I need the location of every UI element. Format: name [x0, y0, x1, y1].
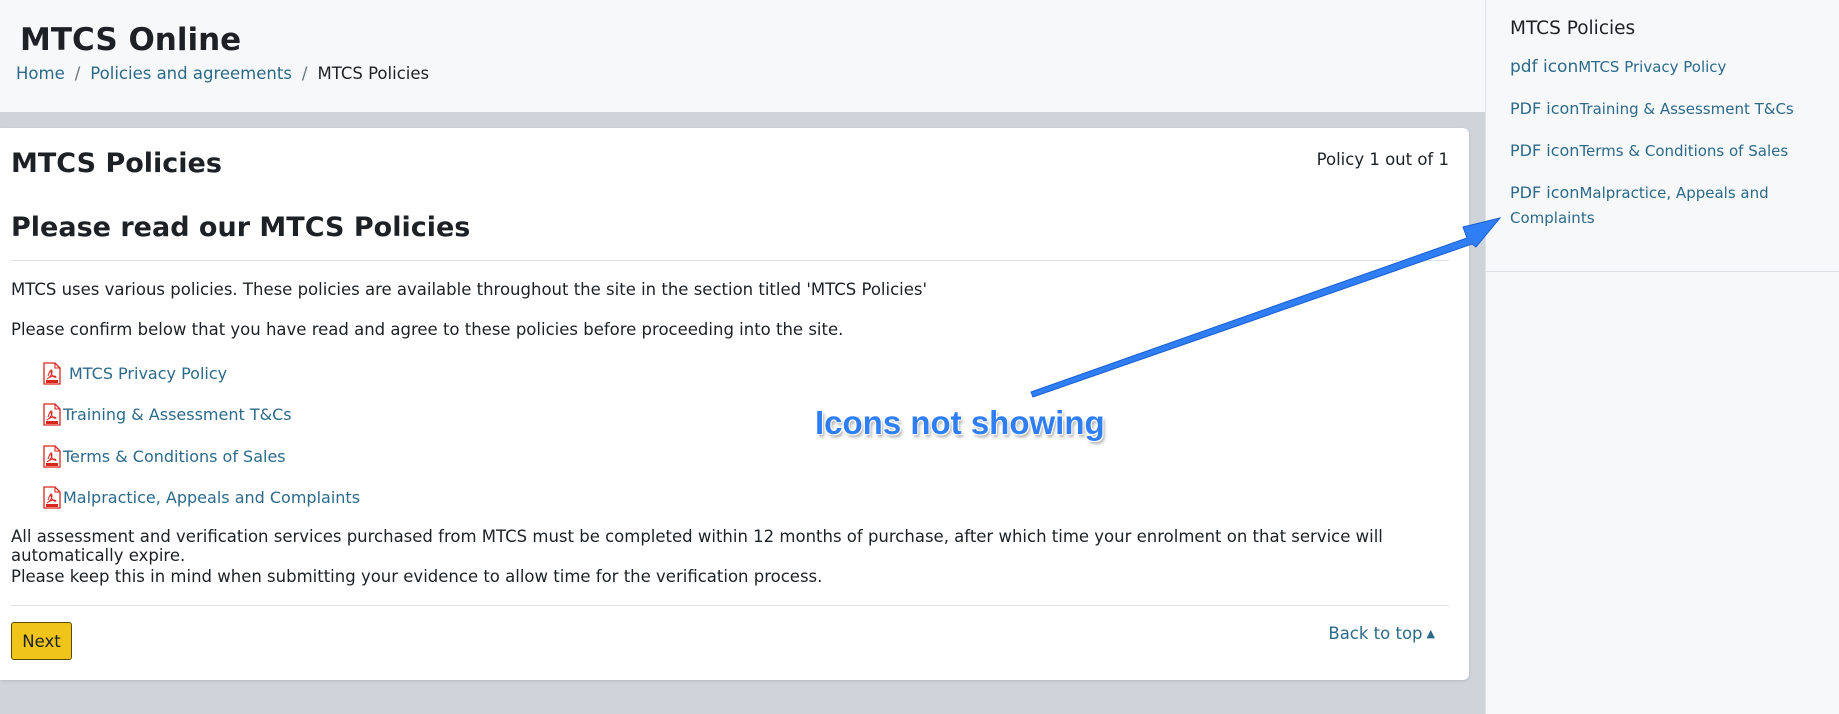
policy-count: Policy 1 out of 1 [1316, 150, 1449, 169]
divider [11, 605, 1449, 606]
pdf-icon [43, 403, 61, 426]
policy-link-terms[interactable]: Terms & Conditions of Sales [63, 447, 286, 466]
page-header: MTCS Online Home / Policies and agreemen… [0, 0, 1485, 112]
broken-icon-alt-text: PDF icon [1510, 141, 1580, 160]
back-to-top-link[interactable]: Back to top ▲ [1328, 624, 1435, 643]
list-item: Terms & Conditions of Sales [43, 443, 360, 469]
broken-icon-alt-text: PDF icon [1510, 99, 1580, 118]
drawer-link-terms[interactable]: PDF iconTerms & Conditions of Sales [1510, 138, 1815, 164]
drawer-title: MTCS Policies [1510, 18, 1636, 39]
pdf-icon [43, 361, 61, 385]
pdf-icon [43, 486, 61, 509]
verification-notice: Please keep this in mind when submitting… [11, 567, 823, 586]
list-item: Malpractice, Appeals and Complaints [43, 485, 360, 511]
caret-up-icon: ▲ [1426, 627, 1435, 640]
drawer-link-malpractice[interactable]: PDF iconMalpractice, Appeals and Complai… [1510, 180, 1815, 231]
page-title: MTCS Policies [11, 148, 222, 179]
next-button[interactable]: Next [11, 622, 72, 660]
broken-icon-alt-text: PDF icon [1510, 183, 1580, 202]
site-title: MTCS Online [20, 22, 242, 58]
back-to-top-label: Back to top [1328, 624, 1423, 643]
breadcrumb-separator: / [74, 64, 81, 83]
drawer-link-label: MTCS Privacy Policy [1578, 58, 1727, 76]
confirm-paragraph: Please confirm below that you have read … [11, 320, 844, 339]
expiry-notice: All assessment and verification services… [11, 527, 1383, 565]
policy-link-training[interactable]: Training & Assessment T&Cs [63, 405, 292, 424]
drawer-link-label: Training & Assessment T&Cs [1579, 100, 1794, 118]
drawer-link-training[interactable]: PDF iconTraining & Assessment T&Cs [1510, 96, 1815, 122]
intro-paragraph: MTCS uses various policies. These polici… [11, 280, 928, 299]
annotation-label: Icons not showing [815, 404, 1105, 441]
drawer-link-privacy[interactable]: pdf iconMTCS Privacy Policy [1510, 55, 1815, 80]
breadcrumb-home[interactable]: Home [16, 64, 65, 83]
list-item: MTCS Privacy Policy [43, 360, 360, 386]
drawer-link-label: Terms & Conditions of Sales [1579, 142, 1789, 160]
policy-card: MTCS Policies Policy 1 out of 1 Please r… [0, 128, 1469, 680]
policy-link-malpractice[interactable]: Malpractice, Appeals and Complaints [63, 488, 360, 507]
policy-subheading: Please read our MTCS Policies [11, 212, 471, 243]
broken-icon-alt-text: pdf icon [1510, 57, 1579, 77]
breadcrumb-policies-and-agreements[interactable]: Policies and agreements [90, 64, 292, 83]
policy-link-privacy[interactable]: MTCS Privacy Policy [69, 364, 227, 383]
policy-list: MTCS Privacy Policy Training & Assessmen… [43, 360, 360, 526]
breadcrumb-current: MTCS Policies [317, 64, 430, 83]
right-drawer: MTCS Policies pdf iconMTCS Privacy Polic… [1485, 0, 1839, 714]
breadcrumb: Home / Policies and agreements / MTCS Po… [16, 64, 429, 83]
divider [11, 260, 1449, 261]
breadcrumb-separator: / [301, 64, 308, 83]
policies-block: MTCS Policies pdf iconMTCS Privacy Polic… [1486, 0, 1839, 272]
list-item: Training & Assessment T&Cs [43, 402, 360, 428]
pdf-icon [43, 444, 61, 468]
